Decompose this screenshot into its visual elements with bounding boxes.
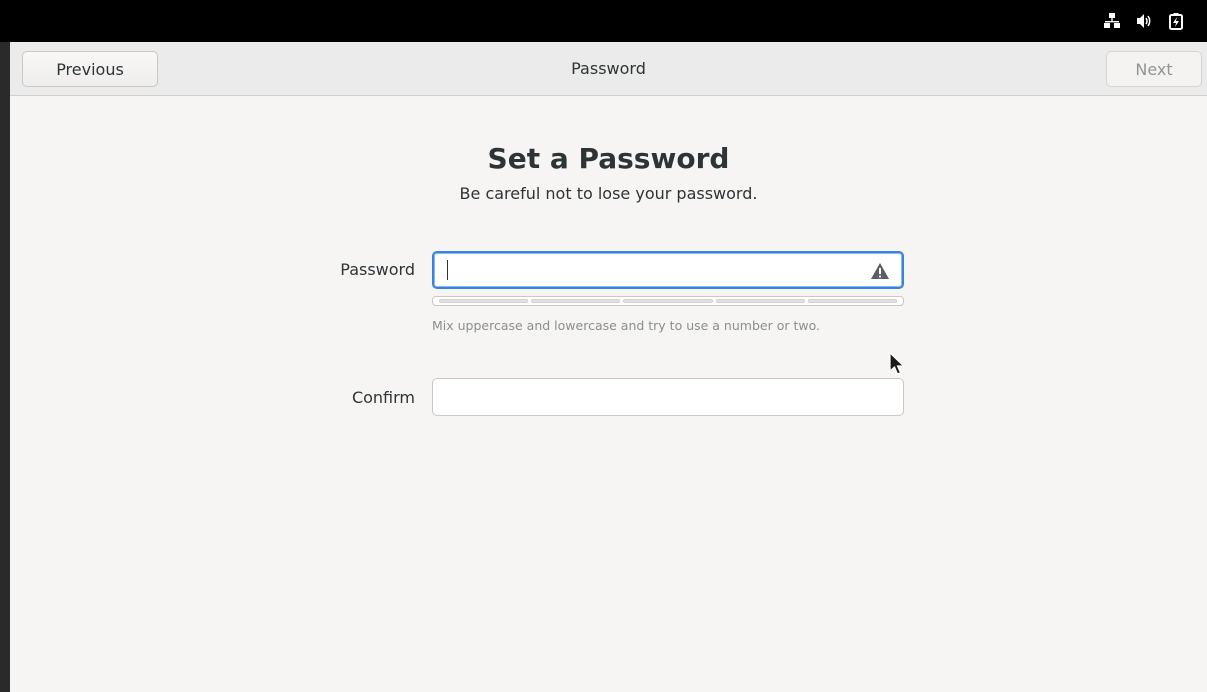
text-caret: [447, 260, 448, 280]
warning-icon: [870, 261, 890, 281]
password-field[interactable]: [432, 251, 904, 289]
header-title: Password: [571, 59, 646, 78]
page-subtitle: Be careful not to lose your password.: [459, 184, 758, 203]
strength-segment: [715, 299, 805, 303]
mouse-pointer-icon: [888, 351, 908, 378]
next-button[interactable]: Next: [1106, 51, 1202, 87]
password-strength-meter: [432, 296, 904, 306]
confirm-label: Confirm: [351, 388, 415, 407]
system-tray[interactable]: [1103, 12, 1185, 30]
strength-segment: [531, 299, 621, 303]
top-bar: [0, 0, 1207, 42]
confirm-password-field[interactable]: [432, 378, 904, 416]
strength-segment: [807, 299, 898, 303]
setup-window: Previous Password Next Set a Password Be…: [10, 42, 1207, 692]
volume-icon[interactable]: [1135, 12, 1153, 30]
password-label: Password: [340, 260, 415, 279]
password-strength-hint: Mix uppercase and lowercase and try to u…: [432, 318, 820, 333]
strength-segment: [439, 299, 529, 303]
left-edge: [0, 42, 10, 692]
battery-charging-icon[interactable]: [1167, 12, 1185, 30]
network-wired-icon[interactable]: [1103, 12, 1121, 30]
page-title: Set a Password: [487, 142, 730, 175]
header-bar: Previous Password Next: [10, 42, 1207, 96]
strength-segment: [623, 299, 713, 303]
screen: Previous Password Next Set a Password Be…: [0, 0, 1207, 692]
